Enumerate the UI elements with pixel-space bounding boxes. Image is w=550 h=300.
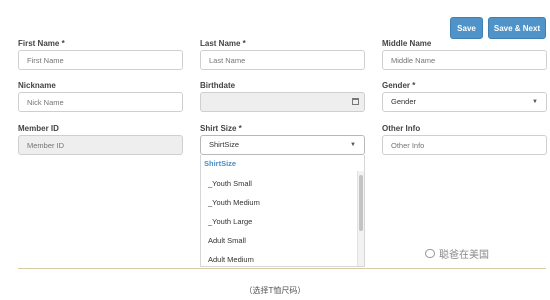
- nickname-field[interactable]: [18, 92, 183, 112]
- member-id-label: Member ID: [18, 124, 59, 133]
- dropdown-group-header: ShirtSize: [204, 159, 237, 168]
- gender-select[interactable]: Gender ▼: [382, 92, 547, 112]
- nickname-label: Nickname: [18, 81, 56, 90]
- chevron-down-icon: ▼: [350, 142, 356, 148]
- gender-selected-value: Gender: [391, 97, 417, 106]
- first-name-label: First Name *: [18, 39, 65, 48]
- dropdown-option[interactable]: _Youth Small: [208, 179, 252, 188]
- middle-name-field[interactable]: [382, 50, 547, 70]
- member-id-field[interactable]: [18, 135, 183, 155]
- watermark-text: 聪爸在美国: [439, 250, 489, 261]
- last-name-field[interactable]: [200, 50, 365, 70]
- birthdate-field[interactable]: [200, 92, 365, 112]
- calendar-icon[interactable]: [352, 98, 359, 105]
- gender-label: Gender *: [382, 81, 416, 90]
- scrollbar-thumb[interactable]: [359, 175, 363, 231]
- other-info-label: Other Info: [382, 124, 421, 133]
- first-name-field[interactable]: [18, 50, 183, 70]
- watermark: 聪爸在美国: [425, 246, 489, 261]
- dropdown-option[interactable]: Adult Small: [208, 236, 246, 245]
- dropdown-scrollbar[interactable]: [357, 171, 364, 266]
- divider: [18, 268, 546, 269]
- chat-bubble-icon: [425, 249, 435, 258]
- save-and-next-button[interactable]: Save & Next: [488, 17, 546, 39]
- shirt-size-dropdown-list: ShirtSize _Youth Small _Youth Medium _Yo…: [200, 155, 365, 267]
- dropdown-option[interactable]: _Youth Medium: [208, 198, 260, 207]
- chevron-down-icon: ▼: [532, 99, 538, 105]
- dropdown-option[interactable]: Adult Medium: [208, 255, 254, 264]
- birthdate-label: Birthdate: [200, 81, 236, 90]
- shirt-size-label: Shirt Size *: [200, 124, 242, 133]
- other-info-field[interactable]: [382, 135, 547, 155]
- shirt-size-select[interactable]: ShirtSize ▼: [200, 135, 365, 155]
- last-name-label: Last Name *: [200, 39, 246, 48]
- dropdown-option[interactable]: _Youth Large: [208, 217, 252, 226]
- image-caption: （选择T恤尺码）: [244, 286, 306, 295]
- save-button[interactable]: Save: [450, 17, 483, 39]
- shirt-size-selected-value: ShirtSize: [209, 140, 240, 149]
- middle-name-label: Middle Name: [382, 39, 432, 48]
